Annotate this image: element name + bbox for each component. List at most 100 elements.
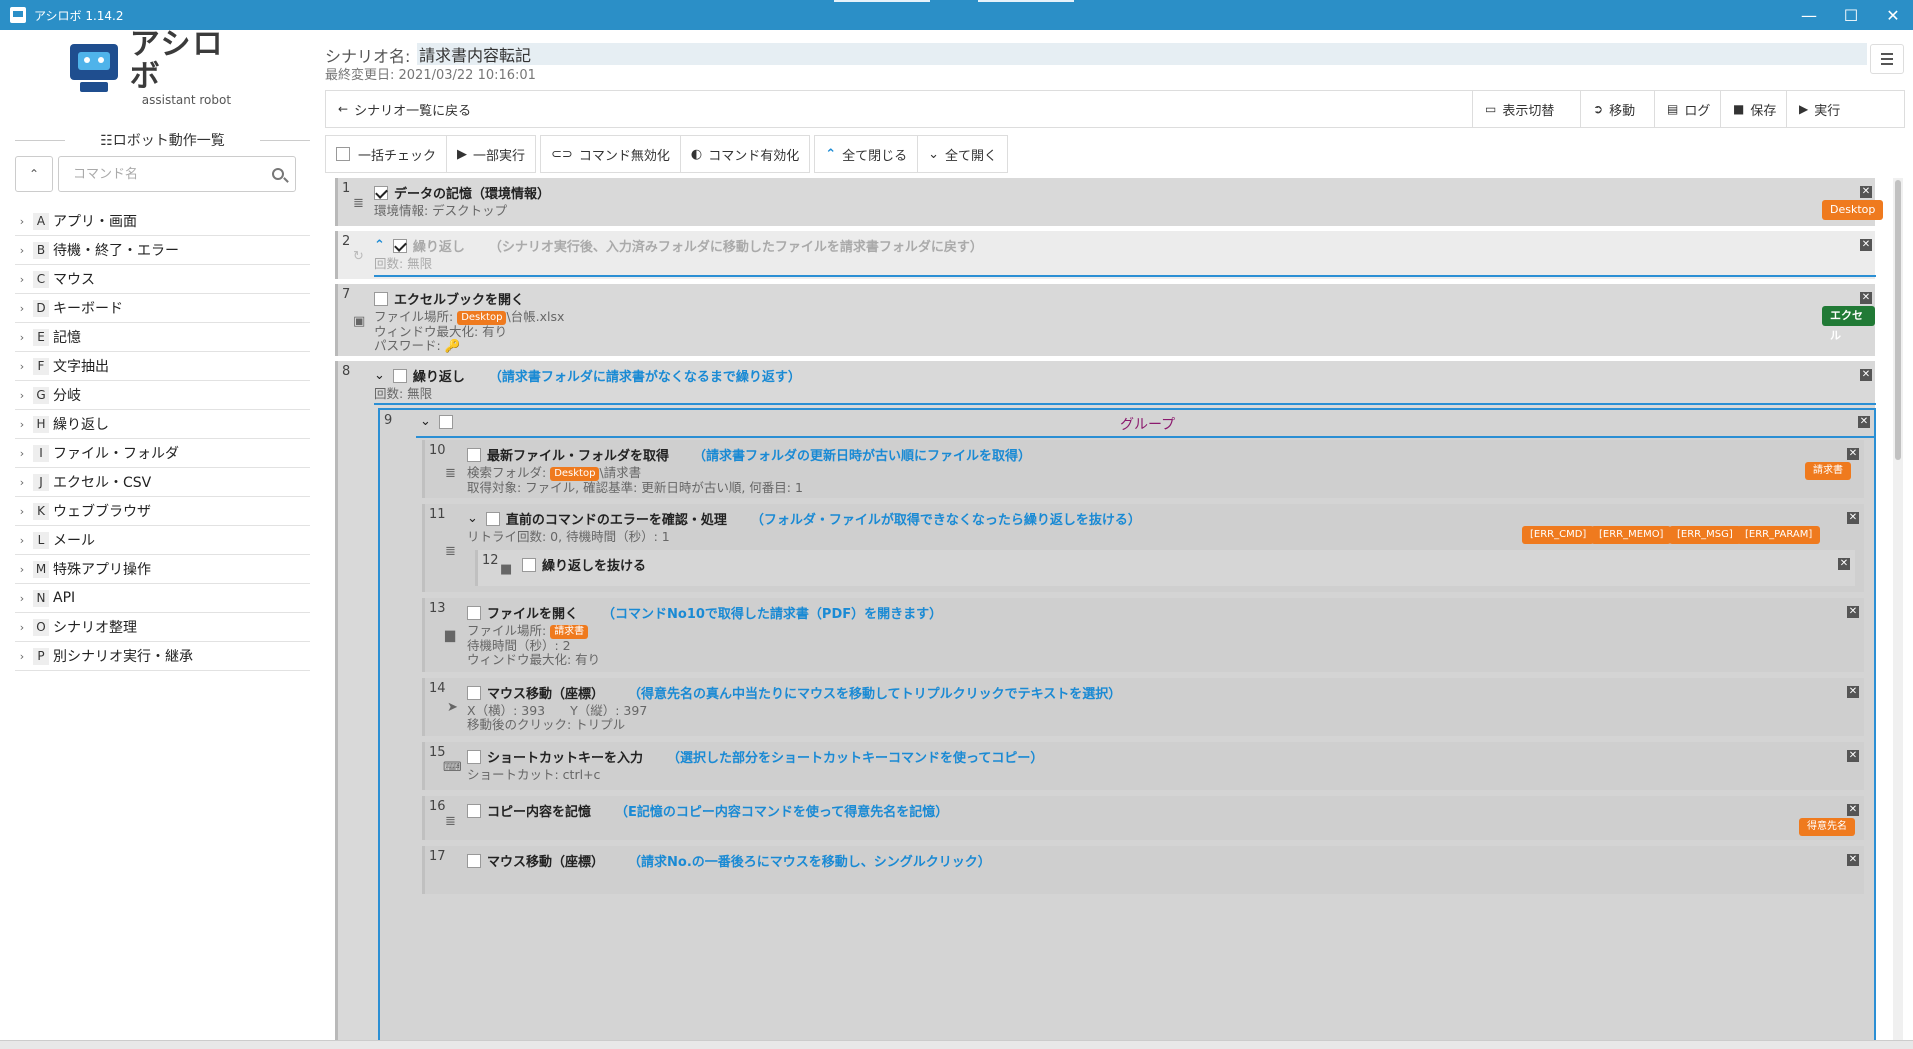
command-step[interactable]: 8 ⌄ 繰り返し （請求書フォルダに請求書がなくなるまで繰り返す） 回数: 無限 ✕… <box>335 361 1876 1049</box>
logo-subtext: assistant robot <box>141 93 232 107</box>
delete-step-icon[interactable]: ✕ <box>1847 606 1859 618</box>
delete-step-icon[interactable]: ✕ <box>1860 239 1872 251</box>
database-icon: ≣ <box>445 814 456 829</box>
search-icon[interactable] <box>272 168 284 180</box>
category-item[interactable]: › P 別シナリオ実行・継承 <box>15 642 310 671</box>
category-item[interactable]: › O シナリオ整理 <box>15 613 310 642</box>
command-step[interactable]: 2 ↻ ⌃ 繰り返し （シナリオ実行後、入力済みフォルダに移動したファイルを請求書フ… <box>335 231 1876 279</box>
arrow-left-icon: ← <box>338 102 349 116</box>
step-checkbox[interactable] <box>467 853 481 868</box>
delete-step-icon[interactable]: ✕ <box>1847 804 1859 816</box>
delete-step-icon[interactable]: ✕ <box>1858 416 1870 428</box>
file-icon: ▆ <box>445 628 455 643</box>
error-var-badge: [ERR_CMD] <box>1522 526 1595 544</box>
monitor-icon: ▭ <box>1485 102 1497 116</box>
move-button[interactable]: ➲ 移動 <box>1580 91 1648 127</box>
step-checkbox[interactable] <box>392 238 407 253</box>
command-step[interactable]: 1 ≣ データの記憶（環境情報） 環境情報: デスクトップ Desktop ✕ <box>335 178 1884 226</box>
step-checkbox[interactable] <box>485 511 500 526</box>
arrow-circle-icon: ➲ <box>1593 102 1604 116</box>
step-checkbox[interactable] <box>467 447 481 462</box>
error-var-badge: [ERR_PARAM] <box>1737 526 1821 544</box>
toolbar-commands: 一括チェック ▶ 一部実行 ⊂⊃ コマンド無効化 ◐ コマンド有効化 ⌃ 全て閉じる ⌄… <box>325 135 1012 173</box>
titlebar-highlight <box>834 0 930 2</box>
close-icon[interactable]: ✕ <box>1870 0 1913 30</box>
category-item[interactable]: › N API <box>15 584 310 613</box>
save-button[interactable]: ■ 保存 <box>1720 91 1789 127</box>
group-block[interactable]: 9 ⌄ グループ ✕ 10 ≣ 最新ファイル・フォルダを取得 （請求書フォルダの更… <box>378 408 1876 1049</box>
category-item[interactable]: › G 分岐 <box>15 381 310 410</box>
step-checkbox[interactable] <box>467 605 481 620</box>
open-all-button[interactable]: ⌄ 全て開く <box>917 136 1007 172</box>
excel-badge: エクセル <box>1822 306 1875 342</box>
command-step[interactable]: 17 マウス移動（座標） （請求No.の一番後ろにマウスを移動し、シングルクリック… <box>422 846 1864 894</box>
command-step[interactable]: 12 ■ 繰り返しを抜ける ✕ <box>475 550 1855 586</box>
scrollbar-thumb[interactable] <box>1895 180 1901 460</box>
expand-icon[interactable]: ⌄ <box>420 414 431 429</box>
collapse-icon[interactable]: ⌃ <box>374 238 385 253</box>
delete-step-icon[interactable]: ✕ <box>1847 512 1859 524</box>
command-step[interactable]: 14 ➤ マウス移動（座標） （得意先名の真ん中当たりにマウスを移動してトリプルク… <box>422 678 1864 736</box>
category-item[interactable]: › A アプリ・画面 <box>15 207 310 236</box>
minimize-icon[interactable]: — <box>1786 0 1832 30</box>
delete-step-icon[interactable]: ✕ <box>1847 686 1859 698</box>
disable-command-button[interactable]: ⊂⊃ コマンド無効化 <box>541 136 680 172</box>
step-checkbox[interactable] <box>467 685 481 700</box>
enable-command-button[interactable]: ◐ コマンド有効化 <box>679 136 809 172</box>
step-checkbox[interactable] <box>392 368 407 383</box>
chevrons-down-icon: ⌄ <box>928 146 940 162</box>
category-item[interactable]: › E 記憶 <box>15 323 310 352</box>
check-all-checkbox[interactable] <box>336 147 350 161</box>
command-step[interactable]: 11 ≣ ⌄ 直前のコマンドのエラーを確認・処理 （フォルダ・ファイルが取得できなく… <box>422 504 1864 592</box>
check-all-button[interactable]: 一括チェック <box>326 136 446 172</box>
back-to-list-button[interactable]: ← シナリオ一覧に戻る <box>326 91 484 127</box>
partial-run-button[interactable]: ▶ 一部実行 <box>446 136 535 172</box>
category-item[interactable]: › B 待機・終了・エラー <box>15 236 310 265</box>
delete-step-icon[interactable]: ✕ <box>1860 292 1872 304</box>
category-item[interactable]: › H 繰り返し <box>15 410 310 439</box>
category-item[interactable]: › C マウス <box>15 265 310 294</box>
step-checkbox[interactable] <box>522 557 536 572</box>
category-item[interactable]: › M 特殊アプリ操作 <box>15 555 310 584</box>
run-button[interactable]: ▶ 実行 <box>1786 91 1853 127</box>
command-step[interactable]: 13 ▆ ファイルを開く （コマンドNo10で取得した請求書（PDF）を開きます）… <box>422 598 1864 672</box>
command-step[interactable]: 15 ⌨ ショートカットキーを入力 （選択した部分をショートカットキーコマンドを使… <box>422 742 1864 790</box>
collapse-all-icon[interactable]: ⌃ <box>15 156 53 192</box>
close-all-button[interactable]: ⌃ 全て閉じる <box>815 136 917 172</box>
robot-logo-icon <box>66 42 122 94</box>
expand-icon[interactable]: ⌄ <box>374 368 385 383</box>
maximize-icon[interactable]: ☐ <box>1828 0 1874 30</box>
step-checkbox[interactable] <box>467 803 481 818</box>
scenario-name-input[interactable] <box>417 43 1867 65</box>
category-item[interactable]: › I ファイル・フォルダ <box>15 439 310 468</box>
excel-file-icon: ▣ <box>353 314 366 329</box>
expand-icon[interactable]: ⌄ <box>467 511 478 526</box>
delete-step-icon[interactable]: ✕ <box>1860 186 1872 198</box>
command-step[interactable]: 10 ≣ 最新ファイル・フォルダを取得 （請求書フォルダの更新日時が古い順にファイ… <box>422 440 1864 498</box>
menu-icon[interactable] <box>1870 44 1904 74</box>
delete-step-icon[interactable]: ✕ <box>1847 448 1859 460</box>
stop-icon: ■ <box>500 562 513 577</box>
command-step[interactable]: 16 ≣ コピー内容を記憶 （E記憶のコピー内容コマンドを使って得意先名を記憶） … <box>422 796 1864 840</box>
command-step[interactable]: 7 ▣ エクセルブックを開く ファイル場所: Desktop \台帳.xlsx ウ… <box>335 284 1875 356</box>
delete-step-icon[interactable]: ✕ <box>1847 750 1859 762</box>
window-title: アシロボ 1.14.2 <box>34 8 124 23</box>
log-button[interactable]: ▤ ログ <box>1654 91 1723 127</box>
step-checkbox[interactable] <box>438 414 453 429</box>
scrollbar[interactable] <box>1893 178 1903 1046</box>
delete-step-icon[interactable]: ✕ <box>1847 854 1859 866</box>
category-item[interactable]: › L メール <box>15 526 310 555</box>
variable-badge: 請求書 <box>1805 462 1851 480</box>
delete-step-icon[interactable]: ✕ <box>1838 558 1850 570</box>
toggle-view-button[interactable]: ▭ 表示切替 <box>1472 91 1567 127</box>
delete-step-icon[interactable]: ✕ <box>1860 369 1872 381</box>
category-item[interactable]: › K ウェブブラウザ <box>15 497 310 526</box>
step-checkbox[interactable] <box>374 291 388 306</box>
category-item[interactable]: › F 文字抽出 <box>15 352 310 381</box>
loop-divider <box>374 275 1876 277</box>
step-checkbox[interactable] <box>374 185 388 200</box>
command-search-input[interactable] <box>58 156 296 192</box>
step-checkbox[interactable] <box>467 749 481 764</box>
category-item[interactable]: › D キーボード <box>15 294 310 323</box>
category-item[interactable]: › J エクセル・CSV <box>15 468 310 497</box>
